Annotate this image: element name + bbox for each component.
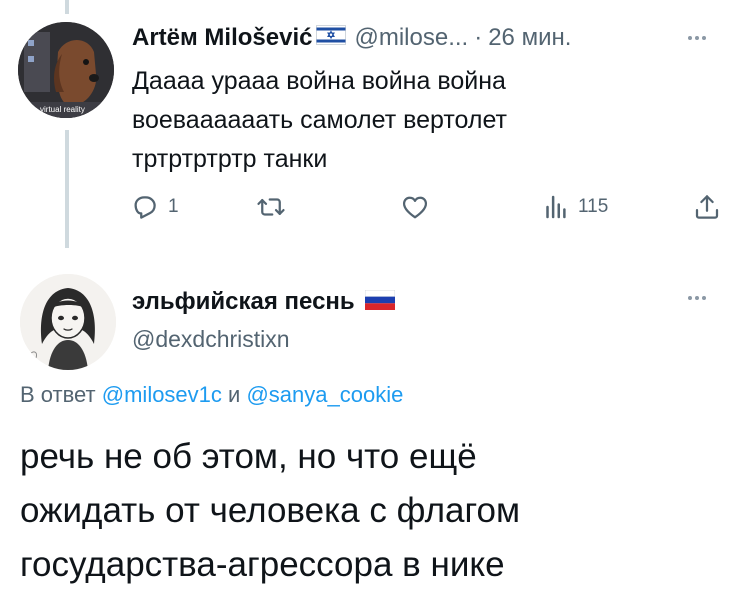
- mention-link[interactable]: @sanya_cookie: [246, 382, 403, 407]
- reply-button[interactable]: 1: [130, 192, 179, 222]
- avatar[interactable]: [20, 274, 116, 370]
- thread-connector: [65, 130, 69, 248]
- avatar[interactable]: virtual reality: [18, 22, 114, 118]
- tweet-timestamp[interactable]: 26 мин.: [488, 24, 571, 52]
- tweet-text-line: речь не об этом, но что ещё: [20, 437, 477, 476]
- tweet-text: речь не об этом, но что ещё ожидать от ч…: [20, 430, 720, 592]
- replying-to-line: В ответ @milosev1c и @sanya_cookie: [20, 382, 403, 408]
- mention-link[interactable]: @milosev1c: [102, 382, 222, 407]
- retweet-icon: [257, 198, 285, 216]
- dog-avatar-image: virtual reality: [18, 22, 114, 118]
- tweet-header: Artём Milošević @milose... · 26 мин.: [132, 22, 571, 54]
- tweet-text-line: ожидать от человека с флагом: [20, 491, 521, 530]
- svg-text:virtual reality: virtual reality: [40, 105, 85, 114]
- more-options-icon[interactable]: [688, 36, 706, 40]
- reply-count: 1: [168, 196, 179, 217]
- drawn-girl-avatar-image: [20, 274, 116, 370]
- tweet-actions: 1 115: [130, 192, 730, 226]
- views-chart-icon: [546, 195, 566, 219]
- tweet-text-line: тртртртртр танки: [132, 145, 328, 173]
- views-count: 115: [578, 196, 609, 217]
- author-handle[interactable]: @dexdchristixn: [132, 326, 290, 353]
- author-name[interactable]: Artём Milošević: [132, 24, 312, 52]
- author-name[interactable]: эльфийская песнь: [132, 288, 355, 316]
- replying-to-conjunction: и: [228, 382, 241, 407]
- tweet-text: Дaaaa урааа война война война воеваааааа…: [132, 62, 692, 179]
- like-button[interactable]: [400, 192, 438, 222]
- reply-icon: [134, 196, 156, 219]
- views-button[interactable]: 115: [540, 192, 608, 222]
- more-options-icon[interactable]: [688, 296, 706, 300]
- tweet-header: эльфийская песнь: [132, 288, 396, 316]
- russia-flag-icon: [364, 289, 396, 315]
- meta-separator: ·: [474, 24, 483, 51]
- replying-to-prefix: В ответ: [20, 382, 96, 407]
- share-icon: [695, 195, 719, 219]
- thread-connector-top: [65, 0, 69, 14]
- tweet-text-line: воеваааааать самолет вертолет: [132, 106, 507, 134]
- tweet-text-line: государства-агрессора в нике: [20, 545, 505, 584]
- share-button[interactable]: [692, 192, 722, 222]
- israel-flag-icon: [316, 24, 347, 52]
- tweet-text-line: Дaaaa урааа война война война: [132, 67, 506, 95]
- heart-icon: [402, 196, 428, 219]
- retweet-button[interactable]: [255, 192, 295, 222]
- author-handle[interactable]: @milose...: [354, 24, 468, 52]
